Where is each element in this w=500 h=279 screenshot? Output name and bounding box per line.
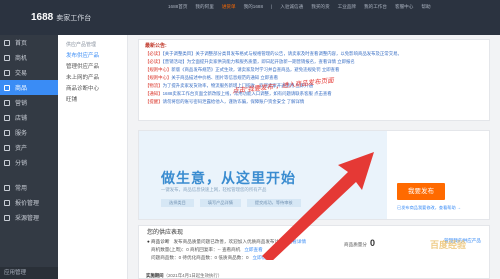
top-nav-link[interactable]: 帮助 (421, 0, 430, 14)
app-logo[interactable]: 1688 卖家工作台 (31, 12, 91, 25)
row-value: 商机数量(上周)：0 商机回复率：-- 查看商机 (151, 247, 241, 252)
sidebar-item[interactable]: 分销 (0, 155, 58, 170)
notice-text: 【营销活动】为全面提升卖家供货能力和服务质量，即日起开放新一期营销报名，查看详情… (162, 59, 355, 64)
top-nav-link[interactable]: 入驻诚信通 (280, 0, 303, 14)
watermark: 百度经验 (430, 240, 467, 250)
sidebar-item-label: 分销 (15, 161, 28, 167)
notice-text: 请勿将您的账号密码泄露给他人，谨防诈骗，保障账户资金安全 了解详情 (162, 99, 305, 104)
subnav-item[interactable]: 商品诊断中心 (58, 84, 127, 95)
sidebar-item[interactable]: 商品 (0, 80, 58, 95)
sidebar-item[interactable]: 服务 (0, 125, 58, 140)
app-management-link[interactable]: 应用管理 (0, 267, 58, 279)
sidebar-item-label: 资产 (15, 146, 28, 152)
sidebar-item[interactable]: 交易 (0, 65, 58, 80)
notice-tag: 【规则中心】 (145, 67, 172, 72)
top-links: 1688首页 我的阿里 进货单 我的1688 | 入驻诚信通 我买的货 工业品牌 我的工作台 客服… (168, 0, 439, 14)
notice-tag: 【规则中心】 (145, 75, 172, 80)
sidebar-item-label: 采源管理 (15, 216, 40, 222)
modify-published-link[interactable]: 已发布商品我要修改，查看帮助 → (397, 205, 461, 211)
top-nav-link[interactable]: 我的阿里 (195, 0, 213, 14)
source-icon (4, 214, 10, 221)
publish-button[interactable]: 我要发布 (397, 183, 445, 200)
sidebar-item[interactable]: 常用 (0, 180, 58, 195)
top-nav-link[interactable]: 我的工作台 (364, 0, 387, 14)
sidebar-item-label: 交易 (15, 71, 28, 77)
top-nav-link[interactable]: 工业品牌 (338, 0, 356, 14)
subnav-item[interactable]: 未上网的产品 (58, 73, 127, 84)
sidebar-item[interactable]: 报价管理 (0, 195, 58, 210)
publish-step: 选择类目 (161, 199, 194, 207)
row-key: ● 商品诊断 (147, 239, 170, 244)
notice-line[interactable]: 【必读】【营销活动】为全面提升卖家供货能力和服务质量，即日起开放新一期营销报名，… (145, 58, 483, 66)
trade-icon (4, 69, 10, 76)
notice-tag: 【物流】 (145, 83, 163, 88)
top-nav-link[interactable]: 我买的货 (311, 0, 329, 14)
subnav-item[interactable]: 旺铺 (58, 95, 127, 106)
sidebar-item[interactable]: 营销 (0, 95, 58, 110)
row-value: 问题商品数：0 待优化商品数：0 低质商品数：0 (151, 255, 249, 260)
sidebar-item[interactable]: 采源管理 (0, 210, 58, 225)
annotation-arrow-icon (262, 152, 374, 260)
top-nav-link[interactable]: | (271, 0, 272, 14)
notice-text: 新版《商品发布规范》正式生效，请卖家及时学习并自查商品，避免违规处罚 立即查看 (171, 67, 340, 72)
home-icon (4, 39, 10, 46)
notice-tag: 【提醒】 (145, 99, 163, 104)
subnav-header: 供应产品管理 (66, 42, 97, 48)
notice-text: 【关于调整类目】关于调整部分类目发布格式与规格管理的公告，请卖家及时查看调整内容… (162, 51, 402, 56)
sidebar-item-label: 商机 (15, 56, 28, 62)
publish-step: 填写产品详情 (199, 199, 241, 207)
sidebar-item-label: 首页 (15, 41, 28, 47)
sidebar-item-label: 常用 (15, 186, 28, 192)
sidebar-item-label: 营销 (15, 101, 28, 107)
goods-icon (4, 84, 10, 91)
sidebar: 首页商机交易商品营销店铺服务资产分销常用报价管理采源管理 应用管理 (0, 35, 58, 279)
notice-tag: 【通知】 (145, 91, 163, 96)
sidebar-item-label: 服务 (15, 131, 28, 137)
subnav-item[interactable]: 发布供应产品 (58, 51, 127, 62)
top-navigation-bar: 1688 卖家工作台 1688首页 我的阿里 进货单 我的1688 | 入驻诚信通 我买的货工… (0, 0, 500, 35)
sidebar-item[interactable]: 店铺 (0, 110, 58, 125)
notice-line[interactable]: 【规则中心】新版《商品发布规范》正式生效，请卖家及时学习并自查商品，避免违规处罚… (145, 66, 483, 74)
sidebar-item[interactable]: 商机 (0, 50, 58, 65)
top-nav-link[interactable]: 我的1688 (244, 0, 263, 14)
top-nav-link[interactable]: 进货单 (222, 0, 236, 14)
sidebar-item[interactable]: 资产 (0, 140, 58, 155)
notice-text: 关于商品描述中价格、图片等信息规范的通知 立即查看 (171, 75, 278, 80)
top-nav-link[interactable]: 客服中心 (395, 0, 413, 14)
notice-line[interactable]: 【提醒】请勿将您的账号密码泄露给他人，谨防诈骗，保障账户资金安全 了解详情 (145, 98, 483, 106)
service-icon (4, 129, 10, 136)
sidebar-item[interactable]: 首页 (0, 35, 58, 50)
sidebar-item-label: 商品 (15, 86, 28, 92)
star-icon (4, 184, 10, 191)
opportunity-icon (4, 54, 10, 61)
performance-footnote: 实施期间（2021年4月1日起生效执行） (146, 273, 223, 278)
asset-icon (4, 144, 10, 151)
top-nav-link[interactable]: 1688首页 (168, 0, 187, 14)
sub-navigation: 供应产品管理 发布供应产品 管理供应产品 未上网的产品 商品诊断中心 旺铺 (58, 35, 128, 279)
notice-line[interactable]: 【通知】1688卖家工作台页面全新改版上线，常用功能入口调整，如有问题请联系客服… (145, 90, 483, 98)
sidebar-item-label: 店铺 (15, 116, 28, 122)
subnav-item[interactable]: 管理供应产品 (58, 62, 127, 73)
sidebar-item-label: 报价管理 (15, 201, 40, 207)
notice-tag: 【必读】 (145, 51, 163, 56)
notice-line[interactable]: 【必读】【关于调整类目】关于调整部分类目发布格式与规格管理的公告，请卖家及时查看… (145, 50, 483, 58)
notice-tag: 【必读】 (145, 59, 163, 64)
notice-title: 最新公告: (145, 43, 167, 49)
distribution-icon (4, 159, 10, 166)
quote-icon (4, 199, 10, 206)
marketing-icon (4, 99, 10, 106)
shop-icon (4, 114, 10, 121)
